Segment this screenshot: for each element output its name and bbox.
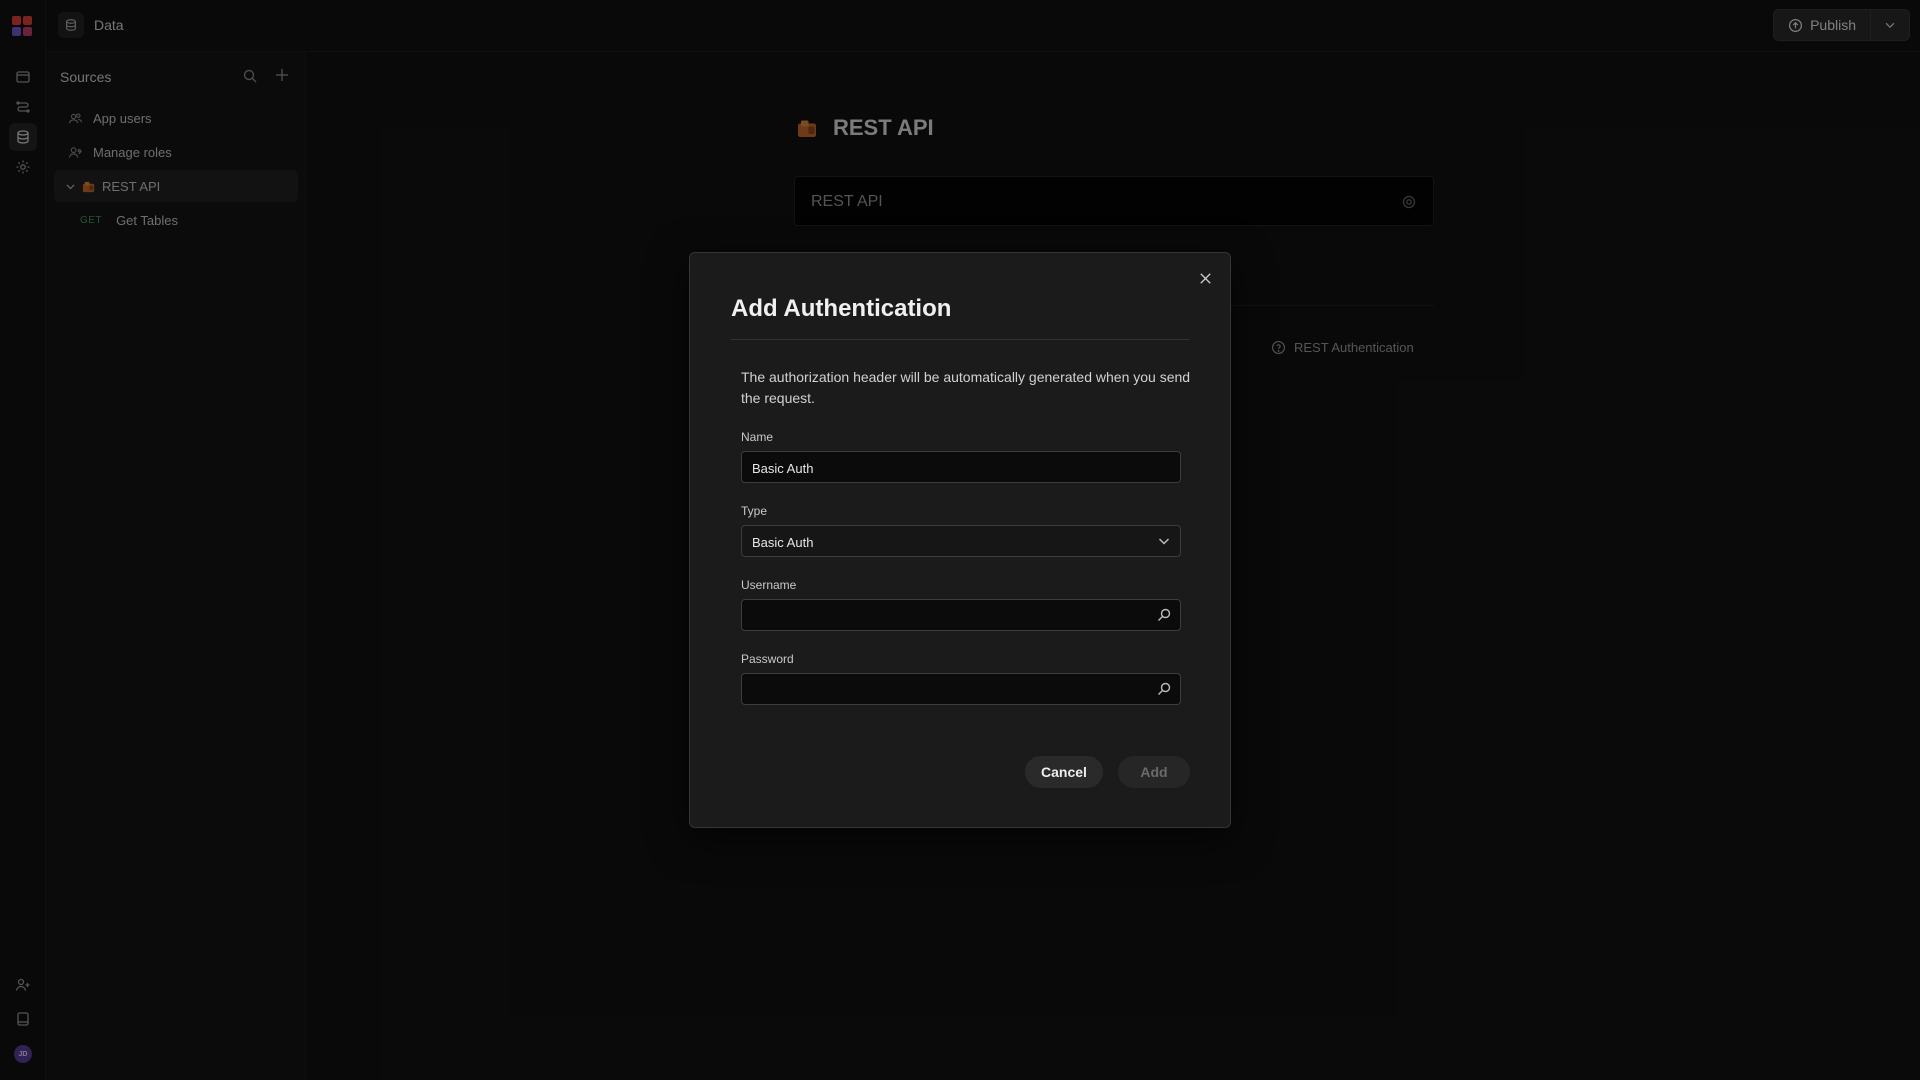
add-authentication-modal: Add Authentication The authorization hea… [689,252,1231,828]
binding-search-icon[interactable] [1156,681,1172,700]
modal-divider [731,339,1189,340]
username-input[interactable] [741,599,1181,631]
password-input[interactable] [741,673,1181,705]
chevron-down-icon [1156,533,1172,552]
name-input-value: Basic Auth [752,461,814,476]
cancel-button[interactable]: Cancel [1025,756,1103,788]
binding-search-icon[interactable] [1156,607,1172,626]
add-button[interactable]: Add [1118,756,1190,788]
type-select[interactable]: Basic Auth [741,525,1181,557]
type-select-value: Basic Auth [752,535,814,550]
modal-title: Add Authentication [731,295,952,322]
password-field-label: Password [741,652,794,666]
name-field-label: Name [741,430,774,444]
close-icon[interactable] [1194,267,1216,289]
username-field-label: Username [741,578,797,592]
name-input[interactable]: Basic Auth [741,451,1181,483]
type-field-label: Type [741,504,768,518]
modal-description: The authorization header will be automat… [741,369,1191,406]
